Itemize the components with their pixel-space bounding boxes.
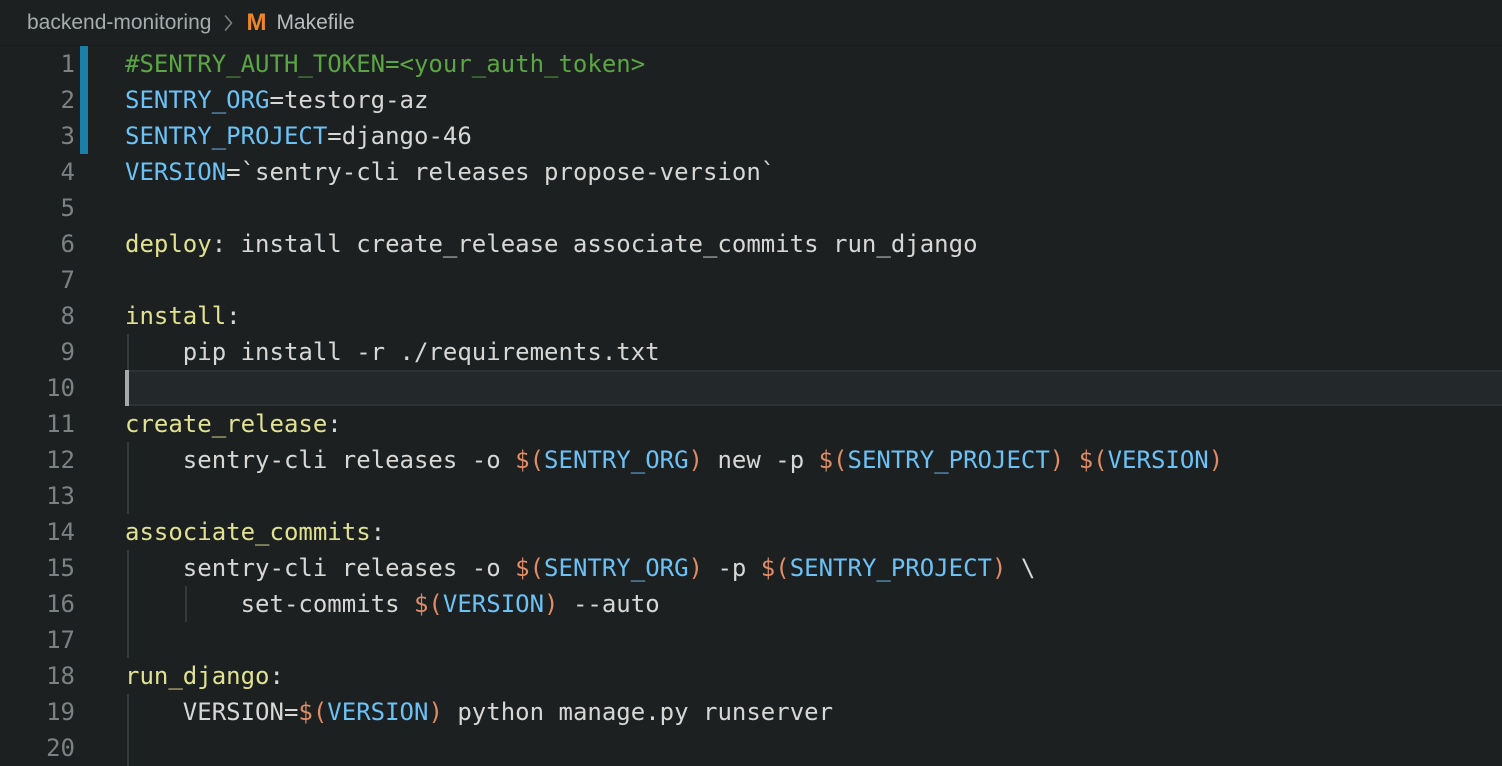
line-number[interactable]: 4 (0, 154, 75, 190)
line-number[interactable]: 5 (0, 190, 75, 226)
line-number[interactable]: 12 (0, 442, 75, 478)
line-number[interactable]: 2 (0, 82, 75, 118)
indent-guide (127, 478, 129, 514)
code-line-13[interactable]: 13 (0, 478, 1502, 514)
code-line-6[interactable]: 6 deploy: install create_release associat… (0, 226, 1502, 262)
code-text: sentry-cli releases -o $(SENTRY_ORG) -p … (125, 550, 1035, 586)
text-cursor (125, 370, 129, 406)
code-text: create_release: (125, 406, 342, 442)
line-number[interactable]: 1 (0, 46, 75, 82)
line-number[interactable]: 9 (0, 334, 75, 370)
code-line-11[interactable]: 11 create_release: (0, 406, 1502, 442)
code-line-16[interactable]: 16 set-commits $(VERSION) --auto (0, 586, 1502, 622)
code-text: VERSION=`sentry-cli releases propose-ver… (125, 154, 775, 190)
code-line-3[interactable]: 3 SENTRY_PROJECT=django-46 (0, 118, 1502, 154)
code-text: sentry-cli releases -o $(SENTRY_ORG) new… (125, 442, 1223, 478)
code-line-17[interactable]: 17 (0, 622, 1502, 658)
line-number[interactable]: 8 (0, 298, 75, 334)
code-text: pip install -r ./requirements.txt (125, 334, 660, 370)
line-number[interactable]: 20 (0, 730, 75, 766)
indent-guide (127, 730, 129, 766)
code-line-19[interactable]: 19 VERSION=$(VERSION) python manage.py r… (0, 694, 1502, 730)
code-line-1[interactable]: 1 #SENTRY_AUTH_TOKEN=<your_auth_token> (0, 46, 1502, 82)
code-line-12[interactable]: 12 sentry-cli releases -o $(SENTRY_ORG) … (0, 442, 1502, 478)
code-line-5[interactable]: 5 (0, 190, 1502, 226)
line-number[interactable]: 6 (0, 226, 75, 262)
makefile-icon: M (246, 11, 266, 35)
line-number[interactable]: 16 (0, 586, 75, 622)
line-number[interactable]: 7 (0, 262, 75, 298)
code-text: #SENTRY_AUTH_TOKEN=<your_auth_token> (125, 46, 645, 82)
code-text: deploy: install create_release associate… (125, 226, 978, 262)
code-line-8[interactable]: 8 install: (0, 298, 1502, 334)
current-line-highlight (125, 370, 1502, 406)
code-text: VERSION=$(VERSION) python manage.py runs… (125, 694, 833, 730)
modified-line-indicator (80, 82, 88, 118)
code-line-4[interactable]: 4 VERSION=`sentry-cli releases propose-ve… (0, 154, 1502, 190)
code-line-7[interactable]: 7 (0, 262, 1502, 298)
code-line-10[interactable]: 10 (0, 370, 1502, 406)
breadcrumb: backend-monitoring M Makefile (0, 0, 1502, 46)
code-line-9[interactable]: 9 pip install -r ./requirements.txt (0, 334, 1502, 370)
line-number[interactable]: 19 (0, 694, 75, 730)
line-number[interactable]: 13 (0, 478, 75, 514)
line-number[interactable]: 3 (0, 118, 75, 154)
line-number[interactable]: 15 (0, 550, 75, 586)
code-text: associate_commits: (125, 514, 385, 550)
breadcrumb-file-label: Makefile (276, 11, 354, 35)
editor: 1 #SENTRY_AUTH_TOKEN=<your_auth_token> 2 SE… (0, 46, 1502, 766)
breadcrumb-file[interactable]: M Makefile (246, 11, 354, 35)
code-text: SENTRY_ORG=testorg-az (125, 82, 428, 118)
line-number[interactable]: 17 (0, 622, 75, 658)
code-line-20[interactable]: 20 (0, 730, 1502, 766)
modified-line-indicator (80, 46, 88, 82)
code-line-2[interactable]: 2 SENTRY_ORG=testorg-az (0, 82, 1502, 118)
line-number[interactable]: 18 (0, 658, 75, 694)
code-text: install: (125, 298, 241, 334)
code-text: set-commits $(VERSION) --auto (125, 586, 660, 622)
code-text: run_django: (125, 658, 284, 694)
modified-line-indicator (80, 118, 88, 154)
code-line-18[interactable]: 18 run_django: (0, 658, 1502, 694)
code-line-15[interactable]: 15 sentry-cli releases -o $(SENTRY_ORG) … (0, 550, 1502, 586)
code-line-14[interactable]: 14 associate_commits: (0, 514, 1502, 550)
indent-guide (127, 622, 129, 658)
breadcrumb-folder[interactable]: backend-monitoring (27, 11, 211, 35)
line-number[interactable]: 14 (0, 514, 75, 550)
chevron-right-icon (221, 11, 236, 35)
line-number[interactable]: 11 (0, 406, 75, 442)
code-text: SENTRY_PROJECT=django-46 (125, 118, 472, 154)
line-number[interactable]: 10 (0, 370, 75, 406)
